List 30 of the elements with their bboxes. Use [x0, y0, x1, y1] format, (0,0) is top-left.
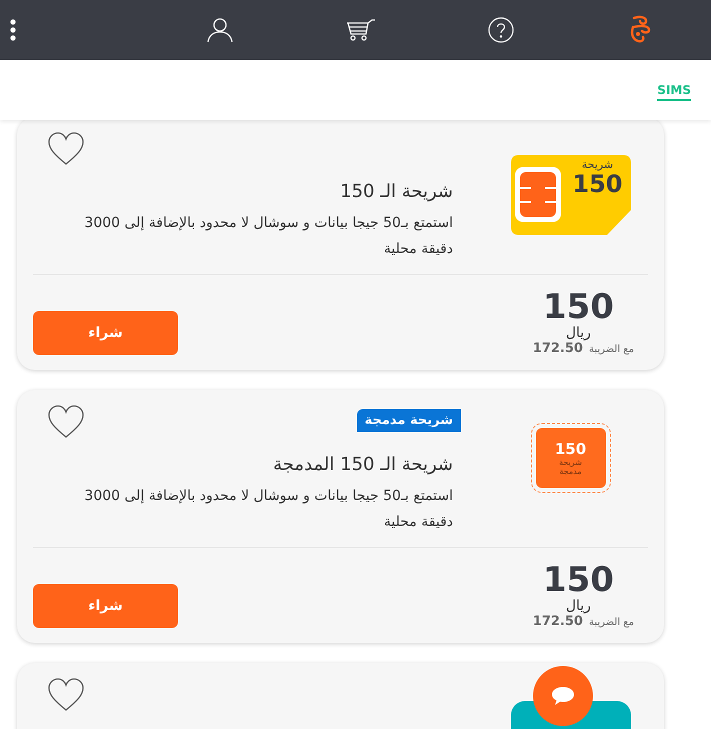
heart-icon[interactable]	[47, 131, 85, 167]
price: 150	[542, 289, 614, 325]
heart-icon[interactable]	[47, 677, 85, 713]
sim-label: شريحة	[582, 159, 614, 171]
product-title: شريحة الـ 150	[339, 181, 453, 202]
currency: ريال	[566, 325, 591, 341]
heart-icon[interactable]	[47, 404, 85, 440]
cart-icon[interactable]	[346, 19, 374, 41]
sim-number: 150	[572, 171, 622, 197]
help-icon[interactable]	[488, 17, 514, 43]
sim-label: شريحة مدمجة	[558, 458, 583, 476]
user-icon[interactable]	[207, 17, 234, 43]
logo-icon[interactable]	[630, 15, 652, 45]
sim-number: 150	[554, 440, 586, 458]
tax-price: 172.50	[532, 614, 583, 629]
menu-icon[interactable]	[10, 19, 16, 41]
buy-button[interactable]: شراء	[33, 584, 178, 628]
currency: ريال	[566, 598, 591, 614]
tax-label: مع الضريبة	[588, 617, 634, 628]
chat-icon	[551, 686, 575, 706]
product-description: استمتع بـ50 جيجا بيانات و سوشال لا محدود بالإضافة إلى 3000 دقيقة محلية	[83, 214, 453, 259]
product-title: شريحة الـ 150 المدمجة	[272, 454, 453, 475]
esim-badge: شريحة مدمجة	[356, 409, 461, 432]
buy-button[interactable]: شراء	[33, 311, 178, 355]
tax-label: مع الضريبة	[588, 344, 634, 355]
product-description: استمتع بـ50 جيجا بيانات و سوشال لا محدود بالإضافة إلى 3000 دقيقة محلية	[83, 487, 453, 532]
price: 150	[542, 562, 614, 598]
tax-price: 172.50	[532, 341, 583, 356]
tab[interactable]: SIMS	[657, 80, 691, 100]
sim-card-icon	[510, 155, 630, 235]
